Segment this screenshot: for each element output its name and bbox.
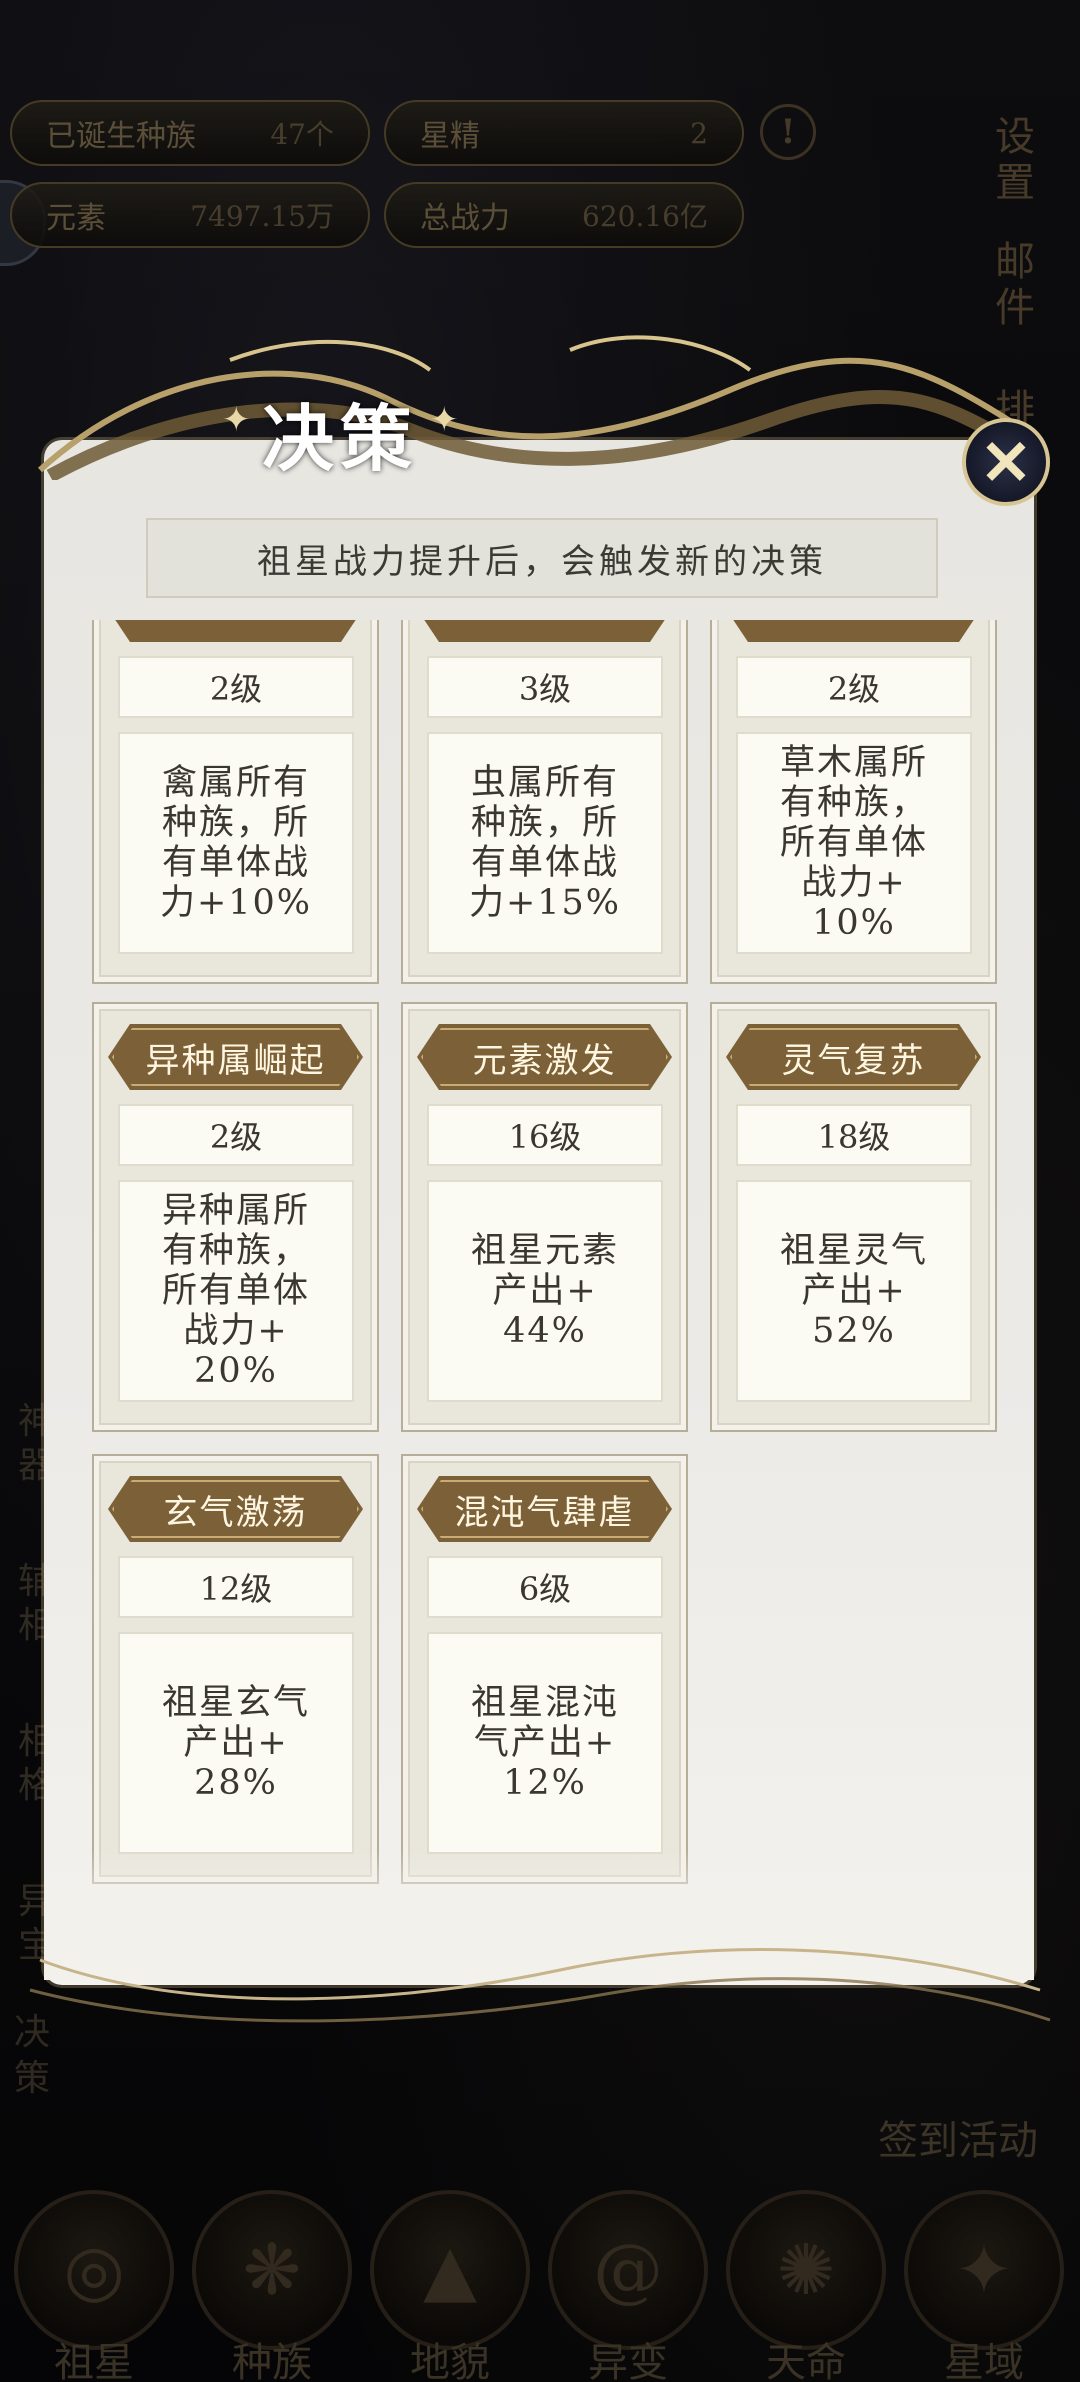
bottom-swirl-decoration [29, 1948, 1051, 2023]
card-description: 祖星灵气 产出+ 52% [736, 1180, 972, 1402]
card-level: 3级 [427, 656, 663, 718]
decision-card[interactable]: 2级 草木属所 有种族， 所有单体 战力+ 10% [710, 620, 997, 984]
card-description: 祖星元素 产出+ 44% [427, 1180, 663, 1402]
decision-card[interactable]: 混沌气肆虐 6级 祖星混沌 气产出+ 12% [401, 1454, 688, 1884]
close-button[interactable]: ✕ [962, 418, 1050, 506]
decision-card[interactable]: 异种属崛起 2级 异种属所 有种族， 所有单体 战力+ 20% [92, 1002, 379, 1432]
decision-card[interactable]: 2级 禽属所有 种族，所 有单体战 力+10% [92, 620, 379, 984]
dialog-title: 决策 [262, 396, 419, 481]
card-level: 18级 [736, 1104, 972, 1166]
hint-text: 祖星战力提升后，会触发新的决策 [257, 541, 827, 582]
hint-banner: 祖星战力提升后，会触发新的决策 [146, 518, 938, 598]
card-name [108, 620, 363, 642]
card-name: 异种属崛起 [108, 1024, 363, 1090]
card-name [726, 620, 981, 642]
title-star-left-icon: ✦ [222, 400, 251, 440]
close-icon: ✕ [980, 425, 1032, 499]
card-description: 异种属所 有种族， 所有单体 战力+ 20% [118, 1180, 354, 1402]
card-level: 2级 [118, 1104, 354, 1166]
card-level: 16级 [427, 1104, 663, 1166]
card-name: 灵气复苏 [726, 1024, 981, 1090]
title-star-right-icon: ✦ [430, 400, 459, 440]
decision-card[interactable]: 灵气复苏 18级 祖星灵气 产出+ 52% [710, 1002, 997, 1432]
card-description: 祖星玄气 产出+ 28% [118, 1632, 354, 1854]
card-description: 草木属所 有种族， 所有单体 战力+ 10% [736, 732, 972, 954]
card-name: 混沌气肆虐 [417, 1476, 672, 1542]
game-screen: 已诞生种族 47个 星精 2 ! 元素 7497.15万 总战力 620.16亿… [0, 0, 1080, 2382]
card-name [417, 620, 672, 642]
card-description: 禽属所有 种族，所 有单体战 力+10% [118, 732, 354, 954]
card-description: 虫属所有 种族，所 有单体战 力+15% [427, 732, 663, 954]
card-level: 2级 [118, 656, 354, 718]
card-name: 玄气激荡 [108, 1476, 363, 1542]
header-swoosh-decoration [37, 335, 1049, 480]
card-level: 6级 [427, 1556, 663, 1618]
decision-card[interactable]: 元素激发 16级 祖星元素 产出+ 44% [401, 1002, 688, 1432]
card-level: 2级 [736, 656, 972, 718]
decision-card[interactable]: 3级 虫属所有 种族，所 有单体战 力+15% [401, 620, 688, 984]
decision-grid[interactable]: 2级 禽属所有 种族，所 有单体战 力+10% 3级 虫属所有 种族，所 有单体… [92, 620, 1010, 1890]
card-name: 元素激发 [417, 1024, 672, 1090]
card-description: 祖星混沌 气产出+ 12% [427, 1632, 663, 1854]
decision-card[interactable]: 玄气激荡 12级 祖星玄气 产出+ 28% [92, 1454, 379, 1884]
card-level: 12级 [118, 1556, 354, 1618]
